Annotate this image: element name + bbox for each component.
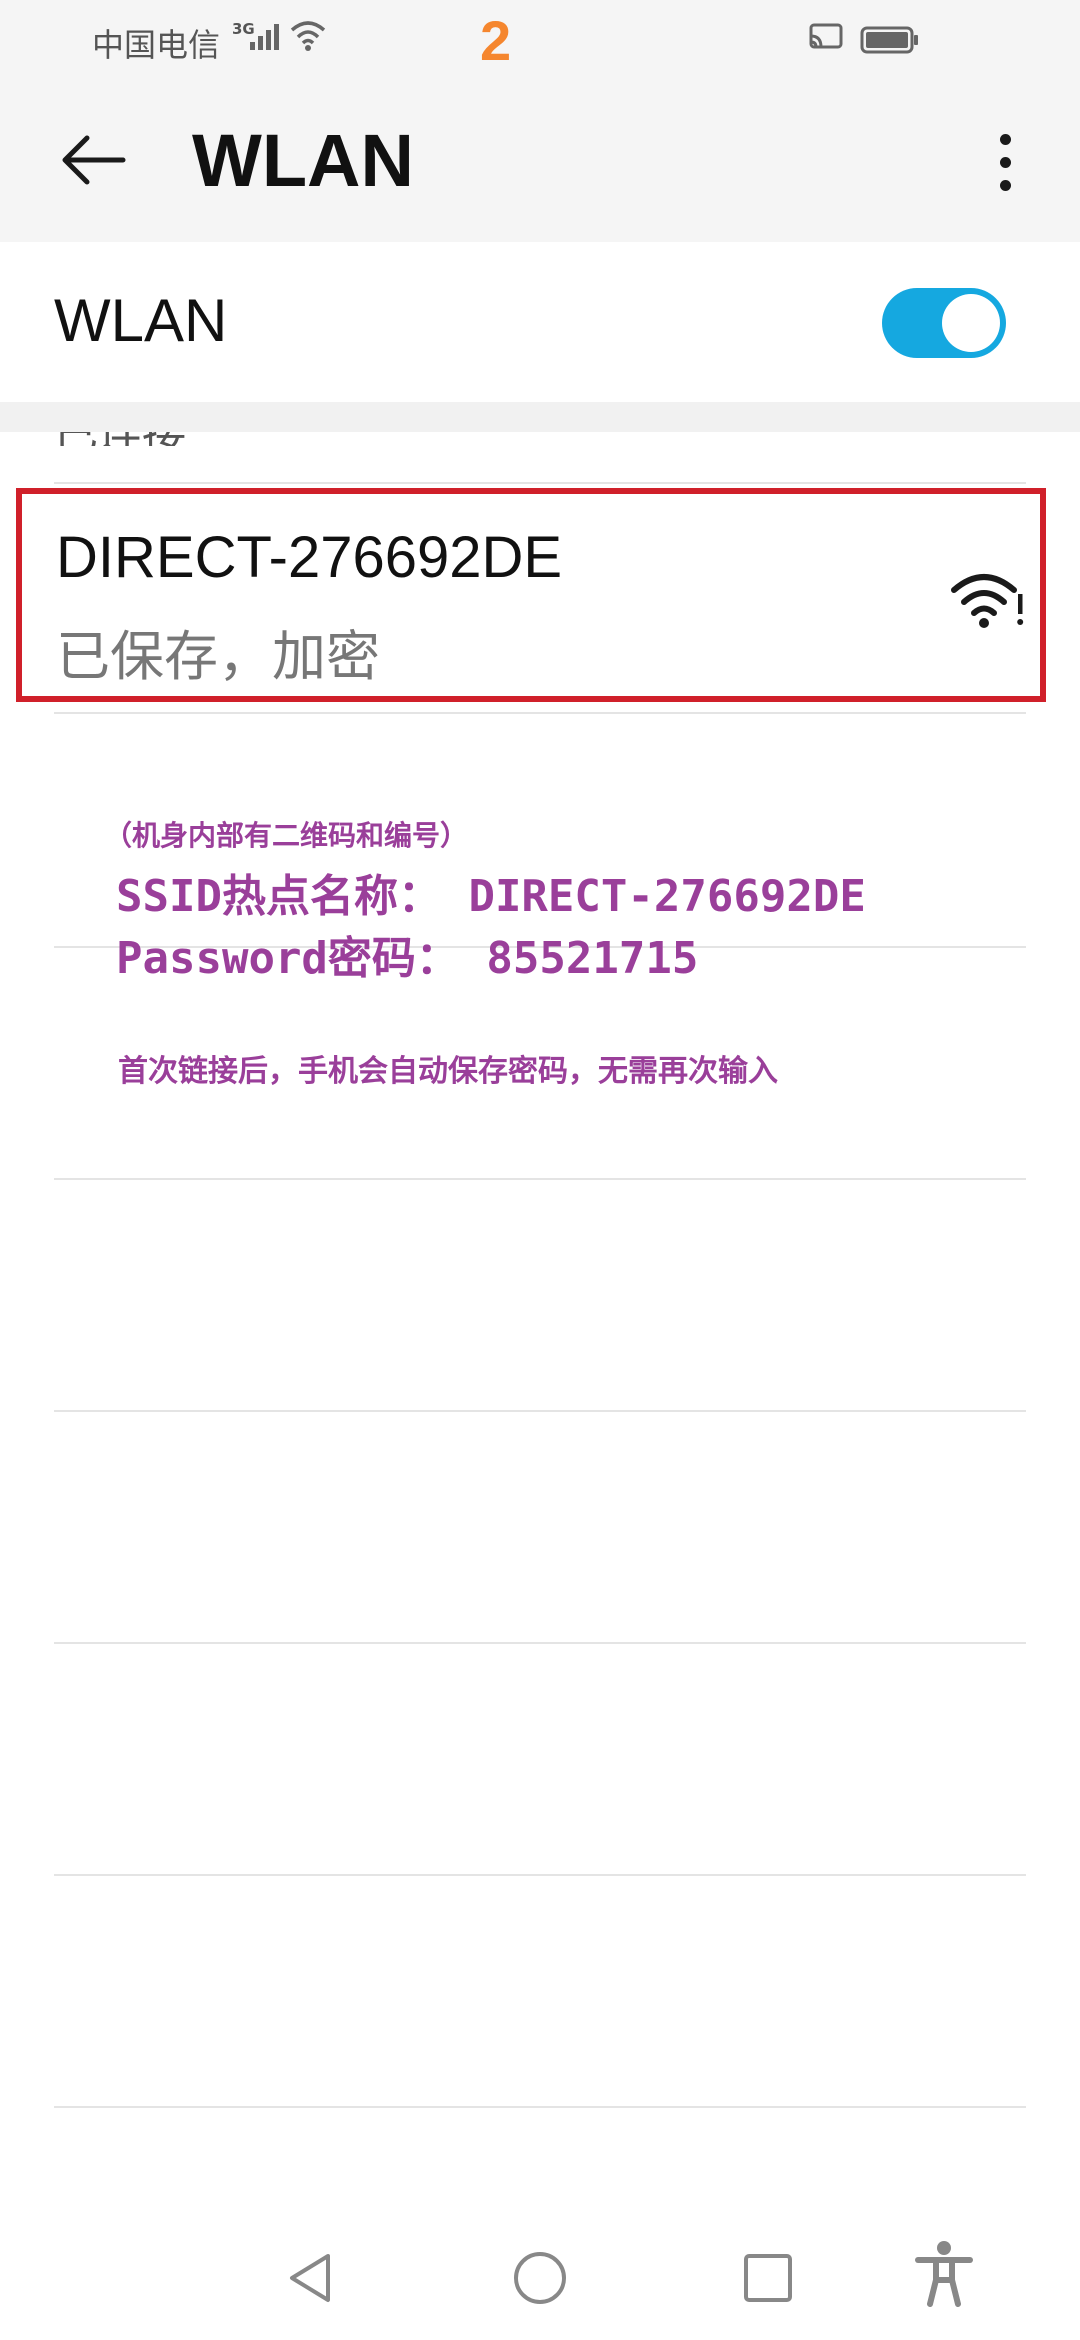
annotation-qr-note: （机身内部有二维码和编号） [104,819,469,852]
section-header-connected: 已连接 [54,432,186,446]
wlan-switch[interactable] [882,288,1006,358]
annotation-saved-note: 首次链接后，手机会自动保存密码，无需再次输入 [118,1054,778,1089]
nav-recents-button[interactable] [738,2248,798,2308]
accessibility-button[interactable] [914,2241,974,2307]
carrier-name: 中国电信 [92,26,221,64]
divider [54,1642,1026,1644]
nav-home-icon [514,2252,566,2304]
section-header-clip: 已连接 [54,432,454,446]
highlight-box [16,488,1046,702]
accessibility-icon [915,2241,973,2307]
nav-home-button[interactable] [510,2248,570,2308]
back-button[interactable] [52,120,132,200]
divider [54,482,1026,484]
divider [54,1178,1026,1180]
wlan-toggle-label: WLAN [54,287,228,354]
divider [54,1410,1026,1412]
nav-back-button[interactable] [280,2248,340,2308]
wifi-icon [290,21,326,51]
more-vertical-icon [999,133,1011,145]
nav-back-icon [290,2254,330,2302]
cast-icon [809,23,843,49]
nav-recents-icon [744,2254,792,2302]
battery-icon [860,26,918,54]
title-bar [0,88,1080,242]
annotation-ssid: SSID热点名称： DIRECT-276692DE [116,871,866,922]
page-title: WLAN [192,119,414,202]
section-separator [0,402,1080,432]
more-options-button[interactable] [980,122,1030,202]
divider [54,2106,1026,2108]
divider [54,712,1026,714]
arrow-left-icon [62,135,126,185]
signal-icon [250,24,279,50]
divider [54,1874,1026,1876]
step-number: 2 [480,9,512,72]
switch-knob [942,294,1000,352]
annotation-password: Password密码： 85521715 [116,933,699,984]
